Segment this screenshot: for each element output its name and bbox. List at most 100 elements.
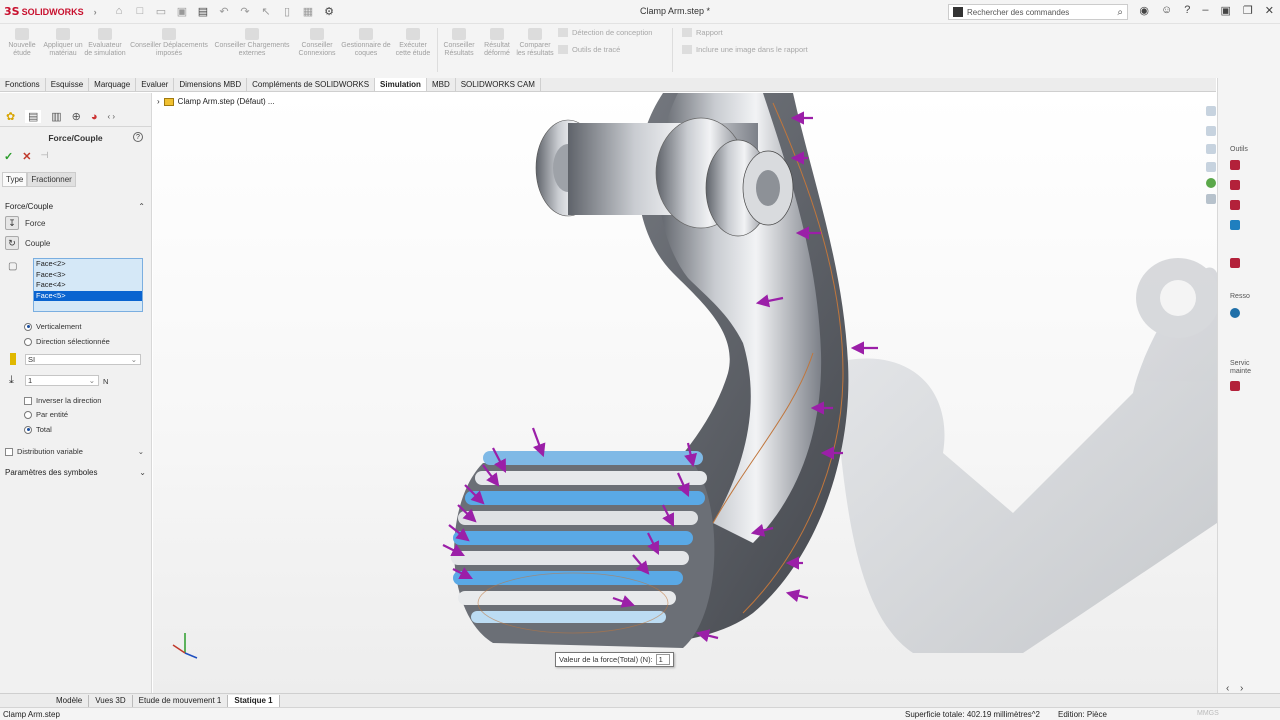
close-icon[interactable]: ✕ — [1265, 4, 1274, 17]
tab-simulation[interactable]: Simulation — [375, 78, 427, 91]
select-icon[interactable]: ↖ — [259, 5, 273, 18]
zoom-area-icon[interactable]: ⌕ — [580, 93, 586, 94]
tile-icon[interactable]: ▣ — [1221, 4, 1231, 17]
open-icon[interactable]: ▭ — [154, 5, 168, 18]
help-icon[interactable]: ? — [133, 132, 143, 142]
search-icon[interactable]: ⌕ — [1117, 7, 1123, 18]
display-manager-icon[interactable]: ◕ — [91, 111, 98, 123]
fixtures-advisor-button[interactable]: Conseiller Déplacements imposés — [128, 24, 210, 58]
view-orientation-icon[interactable]: ◆ — [622, 93, 630, 94]
tab-cam[interactable]: SOLIDWORKS CAM — [456, 78, 541, 91]
deformed-result-button[interactable]: Résultat déformé — [479, 24, 515, 58]
symbol-parameters-header[interactable]: Paramètres des symboles ⌄ — [0, 468, 152, 477]
list-item[interactable]: Face<2> — [34, 259, 142, 270]
report-button[interactable]: Rapport — [682, 28, 723, 37]
custom-properties-icon[interactable] — [1206, 194, 1216, 204]
options-gear-icon[interactable]: ⚙ — [322, 5, 336, 18]
search-input[interactable]: Rechercher des commandes — [967, 8, 1069, 17]
save-icon[interactable]: ▣ — [175, 5, 189, 18]
property-manager-icon[interactable]: ▤ — [25, 110, 42, 123]
service-icon[interactable] — [1230, 381, 1240, 391]
force-value-tooltip[interactable]: Valeur de la force(Total) (N): 1 — [555, 652, 674, 667]
cancel-icon[interactable]: ✕ — [22, 150, 31, 163]
panel-arrows-icon[interactable]: ‹ › — [108, 112, 116, 121]
design-library-icon[interactable] — [1206, 126, 1216, 136]
feature-manager-icon[interactable]: ✿ — [6, 110, 15, 123]
results-advisor-button[interactable]: Conseiller Résultats — [440, 24, 478, 58]
file-explorer-icon[interactable] — [1206, 144, 1216, 154]
radio-total[interactable]: Total — [24, 425, 52, 434]
redo-icon[interactable]: ↷ — [238, 5, 252, 18]
display-style-icon[interactable]: ◈ — [636, 93, 644, 94]
face-selection-list[interactable]: Face<2> Face<3> Face<4> Face<5> — [33, 258, 143, 312]
solidworks-logo[interactable]: 3S SOLIDWORKS › — [4, 5, 97, 18]
user-icon[interactable]: ☺ — [1161, 4, 1172, 17]
clamp-arm-part[interactable] — [451, 93, 849, 648]
tab-evaluate[interactable]: Evaluer — [136, 78, 175, 91]
rebuild-icon[interactable]: ▯ — [280, 5, 294, 18]
include-image-button[interactable]: Inclure une image dans le rapport — [682, 45, 808, 54]
home-icon[interactable]: ⌂ — [112, 5, 126, 18]
expand-arrow-icon[interactable]: › — [157, 97, 160, 106]
simulation-evaluator-button[interactable]: Evaluateur de simulation — [84, 24, 126, 58]
list-item-selected[interactable]: Face<5> — [34, 290, 142, 301]
tab-static-study[interactable]: Statique 1 — [228, 694, 280, 707]
tab-sketch[interactable]: Esquisse — [46, 78, 90, 91]
feature-tree-root[interactable]: › Clamp Arm.step (Défaut) ... — [157, 97, 275, 106]
new-study-button[interactable]: Nouvelle étude — [4, 24, 40, 58]
minimize-icon[interactable]: – — [1202, 4, 1208, 17]
tab-features[interactable]: Fonctions — [0, 78, 46, 91]
view-palette-icon[interactable] — [1206, 162, 1216, 172]
file-properties-icon[interactable]: ▦ — [301, 5, 315, 18]
force-option[interactable]: ↧ Force — [0, 213, 151, 233]
previous-view-icon[interactable]: ◫ — [591, 93, 600, 94]
undo-icon[interactable]: ↶ — [217, 5, 231, 18]
command-search[interactable]: Rechercher des commandes ⌕ — [948, 4, 1128, 20]
tool-icon[interactable] — [1230, 220, 1240, 230]
trace-tools-button[interactable]: Outils de tracé — [558, 45, 620, 54]
tab-markup[interactable]: Marquage — [89, 78, 137, 91]
torque-option[interactable]: ↻ Couple — [0, 233, 151, 253]
status-units[interactable]: MMGS — [1197, 710, 1219, 717]
model-canvas[interactable] — [153, 93, 1217, 693]
tab-motion-study[interactable]: Etude de mouvement 1 — [133, 694, 229, 707]
section-view-icon[interactable]: ◧ — [607, 93, 616, 94]
account-icon[interactable]: ◉ — [1139, 4, 1149, 17]
zoom-fit-icon[interactable]: ⌕ — [568, 93, 574, 94]
run-study-button[interactable]: Exécuter cette étude — [393, 24, 433, 58]
tool-icon[interactable] — [1230, 200, 1240, 210]
tab-mbd[interactable]: MBD — [427, 78, 456, 91]
invert-direction-checkbox[interactable]: Inverser la direction — [24, 396, 101, 405]
unit-system-select[interactable]: SI ⌄ — [25, 354, 141, 365]
home-icon[interactable] — [1206, 106, 1216, 116]
tab-split[interactable]: Fractionner — [27, 172, 76, 187]
design-insight-button[interactable]: Détection de conception — [558, 28, 652, 37]
restore-icon[interactable]: ❐ — [1243, 4, 1253, 17]
help-icon[interactable]: ? — [1184, 4, 1190, 17]
tool-icon[interactable] — [1230, 180, 1240, 190]
tooltip-value-input[interactable]: 1 — [655, 654, 670, 665]
appearances-icon[interactable] — [1206, 178, 1216, 188]
force-torque-group-header[interactable]: Force/Couple ⌃ — [0, 202, 151, 211]
dimxpert-icon[interactable]: ⊕ — [72, 110, 81, 123]
tab-type[interactable]: Type — [2, 172, 28, 187]
shell-manager-button[interactable]: Gestionnaire de coques — [341, 24, 391, 58]
tool-icon[interactable] — [1230, 160, 1240, 170]
radio-selected-direction[interactable]: Direction sélectionnée — [24, 337, 110, 346]
variable-distribution-group[interactable]: Distribution variable ⌄ — [5, 447, 149, 456]
graphics-area[interactable]: › Clamp Arm.step (Défaut) ... ⌕ ⌕ ◫ ◧ ◆ … — [153, 93, 1217, 693]
ok-icon[interactable]: ✓ — [4, 150, 13, 163]
radio-per-entity[interactable]: Par entité — [24, 410, 68, 419]
external-loads-advisor-button[interactable]: Conseiller Chargements externes — [212, 24, 292, 58]
tab-addins[interactable]: Compléments de SOLIDWORKS — [247, 78, 376, 91]
list-item[interactable]: Face<4> — [34, 280, 142, 291]
compare-results-button[interactable]: Comparer les résultats — [516, 24, 554, 58]
configuration-manager-icon[interactable]: ▥ — [51, 110, 61, 123]
tool-icon[interactable] — [1230, 258, 1240, 268]
radio-normal[interactable]: Verticalement — [24, 322, 81, 331]
connections-advisor-button[interactable]: Conseiller Connexions — [294, 24, 340, 58]
new-icon[interactable]: □ — [133, 5, 147, 18]
list-item[interactable]: Face<3> — [34, 270, 142, 281]
tab-3d-views[interactable]: Vues 3D — [89, 694, 133, 707]
pin-icon[interactable]: ⊣ — [40, 150, 48, 163]
